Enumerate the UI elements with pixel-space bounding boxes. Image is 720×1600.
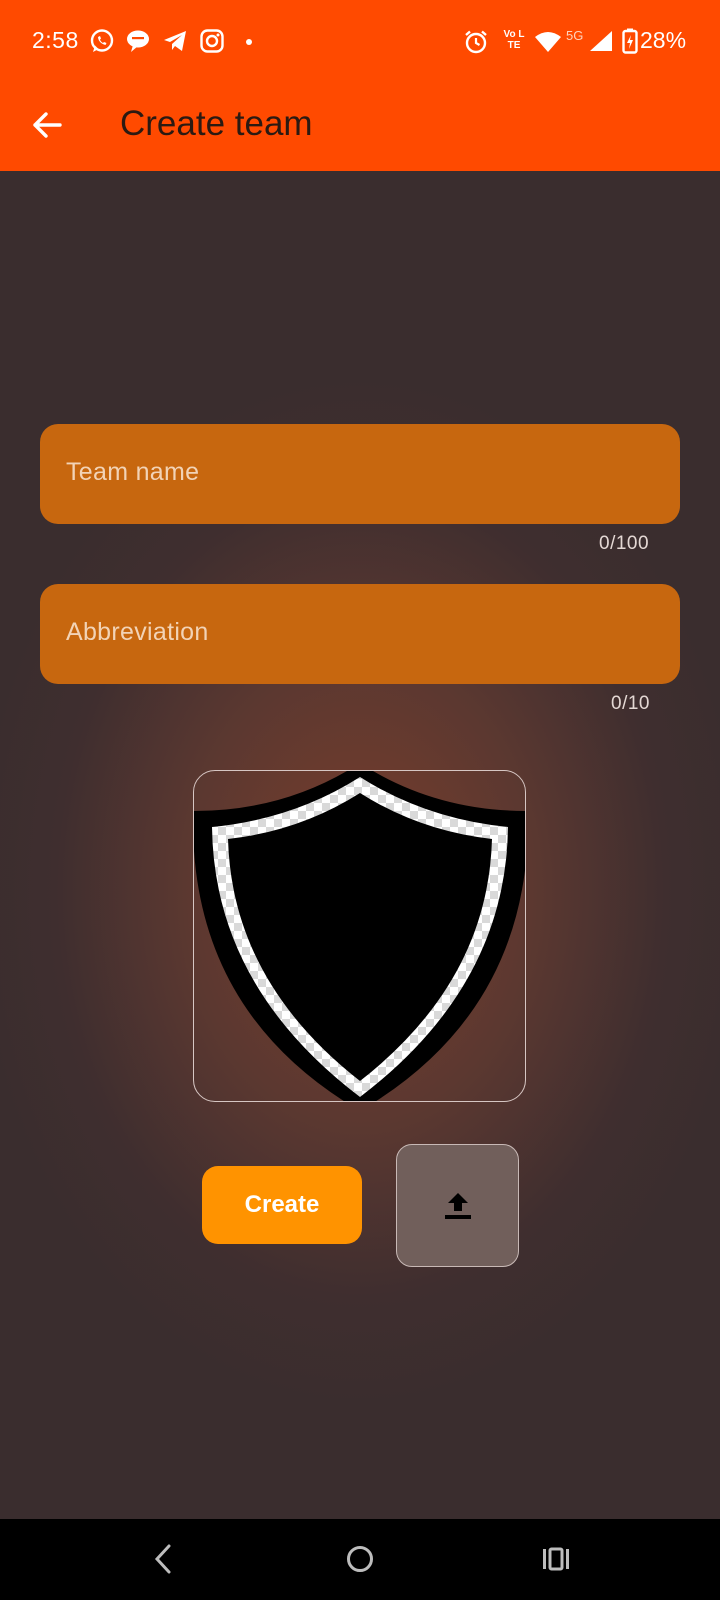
abbreviation-field[interactable]: Abbreviation: [40, 584, 680, 684]
battery-percentage: 28%: [640, 27, 687, 53]
whatsapp-icon: [90, 29, 114, 52]
status-time: 2:58: [32, 27, 79, 53]
battery-icon: [622, 28, 638, 54]
team-name-placeholder: Team name: [66, 458, 200, 486]
system-nav-bar: [0, 1519, 720, 1600]
telegram-icon: [164, 31, 186, 51]
more-notifications-dot: [246, 39, 252, 45]
abbreviation-placeholder: Abbreviation: [66, 618, 209, 646]
status-bar: 2:58 Vo LTE 5G 28%: [0, 0, 720, 84]
volte-label: Vo LTE: [503, 29, 525, 51]
wifi-icon: [535, 32, 561, 52]
network-type-label: 5G: [566, 28, 584, 43]
upload-icon: [444, 1192, 471, 1219]
chat-icon: [127, 30, 149, 52]
home-nav-icon[interactable]: [345, 1541, 375, 1577]
team-name-field[interactable]: Team name: [40, 424, 680, 524]
instagram-icon: [200, 29, 224, 53]
back-nav-icon[interactable]: [150, 1541, 176, 1577]
app-header: 2:58 Vo LTE 5G 28% Create team: [0, 0, 720, 171]
signal-icon: [590, 31, 612, 51]
shield-icon: [194, 771, 525, 1101]
upload-button[interactable]: [396, 1144, 519, 1267]
volte-icon: Vo LTE: [501, 29, 531, 55]
arrow-back-icon[interactable]: [28, 106, 66, 144]
alarm-icon: [465, 30, 487, 54]
abbreviation-counter: 0/10: [611, 693, 650, 714]
team-name-counter: 0/100: [599, 533, 650, 554]
recents-nav-icon[interactable]: [541, 1541, 571, 1577]
team-logo-preview[interactable]: [193, 770, 526, 1102]
create-button[interactable]: Create: [202, 1166, 362, 1244]
page-title: Create team: [120, 104, 313, 143]
